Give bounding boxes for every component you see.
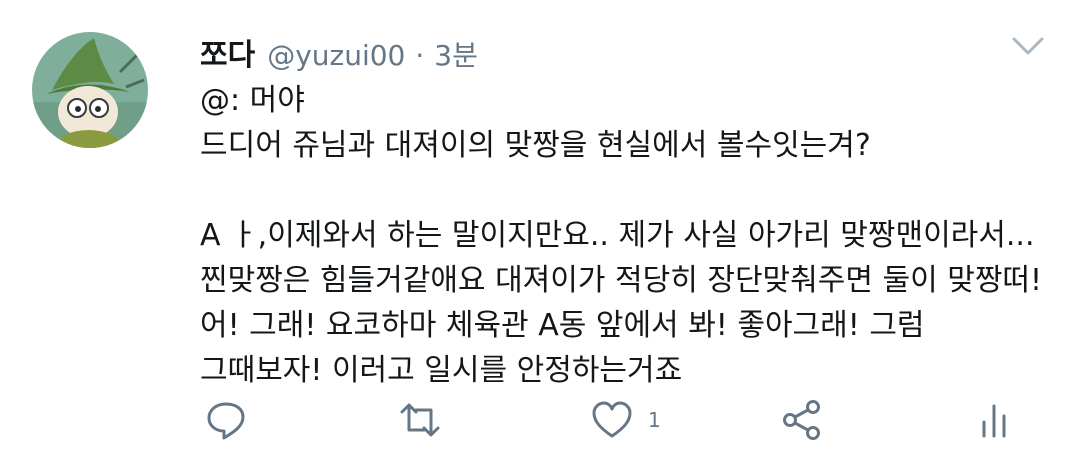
share-icon bbox=[783, 400, 820, 440]
analytics-icon bbox=[982, 404, 1006, 438]
avatar-image bbox=[32, 32, 148, 148]
retweet-icon bbox=[400, 403, 440, 437]
user-handle[interactable]: @yuzui00 bbox=[267, 39, 405, 72]
heart-icon bbox=[592, 401, 632, 438]
reply-button[interactable] bbox=[204, 390, 248, 450]
tweet-text: @: 머야 드디어 쥬님과 대져이의 맞짱을 현실에서 볼수잇는겨? A ㅏ,이… bbox=[200, 78, 1060, 393]
tweet: 쪼다 @yuzui00 · 3분 @: 머야 드디어 쥬님과 대져이의 맞짱을 … bbox=[0, 0, 1080, 464]
like-count: 1 bbox=[648, 408, 661, 432]
display-name[interactable]: 쪼다 bbox=[200, 30, 255, 74]
avatar[interactable] bbox=[32, 32, 148, 148]
tweet-header: 쪼다 @yuzui00 · 3분 bbox=[200, 30, 478, 74]
tweet-actions: 1 bbox=[0, 390, 1080, 450]
separator-dot: · bbox=[415, 39, 425, 72]
tweet-line: 찐맞짱은 힘들거같애요 대져이가 적당히 장단맞춰주면 둘이 맞짱떠! bbox=[200, 263, 1043, 298]
reply-icon bbox=[207, 402, 245, 440]
tweet-line: A ㅏ,이제와서 하는 말이지만요.. 제가 사실 아가리 맞짱맨이라서... bbox=[200, 218, 1035, 253]
like-button[interactable]: 1 bbox=[590, 390, 661, 450]
chevron-down-icon[interactable] bbox=[1010, 34, 1046, 58]
share-button[interactable] bbox=[780, 390, 824, 450]
retweet-button[interactable] bbox=[398, 390, 442, 450]
timestamp[interactable]: 3분 bbox=[434, 34, 478, 74]
tweet-line: 그때보자! 이러고 일시를 안정하는거죠 bbox=[200, 353, 683, 388]
tweet-line: @: 머야 bbox=[200, 83, 305, 118]
analytics-button[interactable] bbox=[976, 390, 1016, 450]
tweet-line: 어! 그래! 요코하마 체육관 A동 앞에서 봐! 좋아그래! 그럼 bbox=[200, 308, 925, 343]
tweet-line: 드디어 쥬님과 대져이의 맞짱을 현실에서 볼수잇는겨? bbox=[200, 128, 871, 163]
